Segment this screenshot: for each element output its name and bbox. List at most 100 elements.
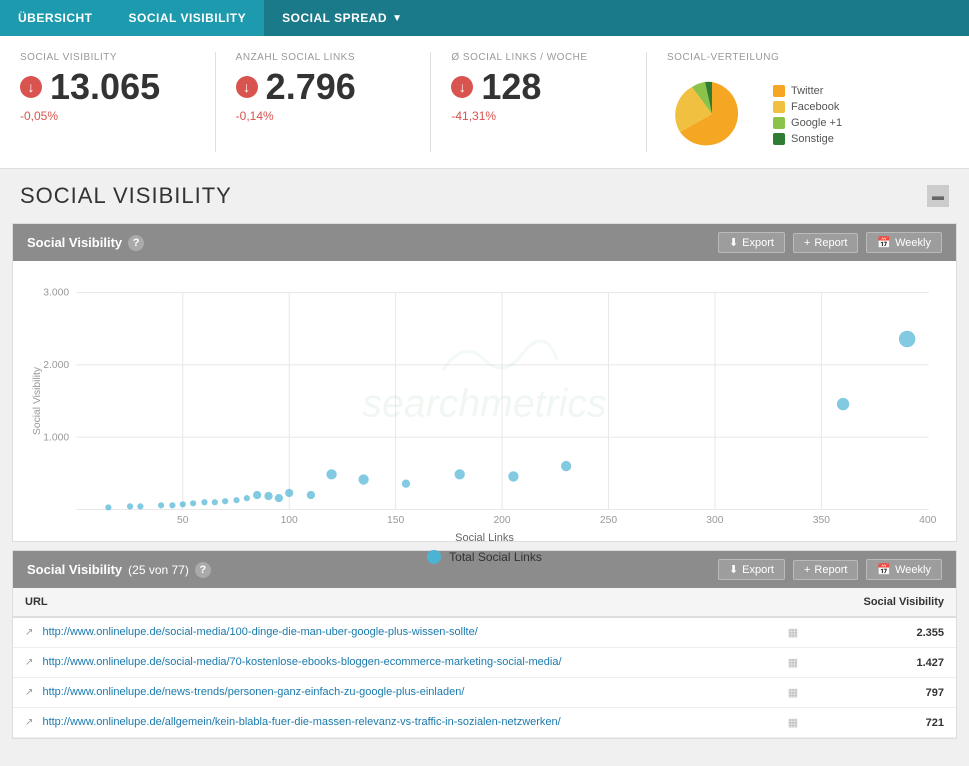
- stat-social-links: ANZAHL SOCIAL LINKS ↓ 2.796 -0,14%: [236, 52, 432, 152]
- report-label: Report: [814, 237, 847, 249]
- legend-dot-sonstige: [773, 133, 785, 145]
- dot-19: [190, 500, 196, 506]
- export-button[interactable]: ⬇ Export: [718, 232, 785, 253]
- x-tick-350: 350: [813, 515, 830, 526]
- table-row-icon: ▦: [788, 716, 798, 729]
- y-tick-3000: 3.000: [43, 288, 69, 299]
- table-count: 25 von 77: [132, 563, 185, 577]
- pie-chart: [667, 77, 757, 152]
- dot-2: [837, 398, 849, 410]
- collapse-button[interactable]: ▬: [927, 185, 949, 207]
- dot-4: [508, 471, 518, 481]
- dot-25: [105, 504, 111, 510]
- table-cell-value: 797: [810, 678, 956, 708]
- external-link-icon: ↗: [25, 717, 33, 728]
- dot-6: [402, 480, 410, 488]
- y-tick-1000: 1.000: [43, 432, 69, 443]
- stat-label-3: Ø SOCIAL LINKS / WOCHE: [451, 52, 626, 63]
- nav-ubersicht[interactable]: ÜBERSICHT: [0, 0, 111, 36]
- table-row-icon: ▦: [788, 626, 798, 639]
- stat-number-1: 13.065: [50, 69, 160, 105]
- x-tick-50: 50: [177, 515, 189, 526]
- weekly-label: Weekly: [895, 237, 931, 249]
- dot-5: [455, 469, 465, 479]
- table-cell-url: ↗ http://www.onlinelupe.de/allgemein/kei…: [13, 708, 810, 738]
- legend-facebook: Facebook: [773, 101, 842, 113]
- dot-7: [358, 474, 368, 484]
- dot-21: [169, 502, 175, 508]
- dropdown-arrow-icon: ▼: [392, 13, 402, 24]
- watermark-text: searchmetrics: [362, 382, 606, 426]
- scatter-chart-panel: Social Visibility ? ⬇ Export + Report 📅 …: [12, 223, 957, 542]
- table-report-icon: +: [804, 564, 810, 576]
- chart-panel-header: Social Visibility ? ⬇ Export + Report 📅 …: [13, 224, 956, 261]
- url-link[interactable]: http://www.onlinelupe.de/allgemein/kein-…: [42, 716, 560, 728]
- legend-google: Google +1: [773, 117, 842, 129]
- dot-8: [326, 469, 336, 479]
- table-export-icon: ⬇: [729, 563, 738, 576]
- dot-14: [244, 495, 250, 501]
- report-button[interactable]: + Report: [793, 233, 858, 253]
- chart-panel-title: Social Visibility ?: [27, 235, 144, 251]
- dot-9: [307, 491, 315, 499]
- stat-social-links-week: Ø SOCIAL LINKS / WOCHE ↓ 128 -41,31%: [451, 52, 647, 152]
- external-link-icon: ↗: [25, 627, 33, 638]
- table-cell-value: 721: [810, 708, 956, 738]
- chart-legend: Total Social Links: [29, 550, 940, 564]
- url-link[interactable]: http://www.onlinelupe.de/social-media/70…: [42, 656, 561, 668]
- table-row: ↗ http://www.onlinelupe.de/social-media/…: [13, 617, 956, 648]
- table-report-label: Report: [814, 564, 847, 576]
- stat-social-verteilung: SOCIAL-VERTEILUNG Twitter: [667, 52, 949, 152]
- table-row-icon: ▦: [788, 686, 798, 699]
- chart-area: 3.000 2.000 1.000 Social Visibility 50 1…: [13, 261, 956, 541]
- section-title: SOCIAL VISIBILITY: [20, 183, 232, 209]
- stat-change-2: -0,14%: [236, 109, 411, 123]
- dot-17: [212, 499, 218, 505]
- dot-10: [285, 489, 293, 497]
- nav-social-visibility[interactable]: SOCIAL VISIBILITY: [111, 0, 265, 36]
- stat-number-3: 128: [481, 69, 541, 105]
- table-row: ↗ http://www.onlinelupe.de/allgemein/kei…: [13, 708, 956, 738]
- stat-change-1: -0,05%: [20, 109, 195, 123]
- x-tick-400: 400: [919, 515, 936, 526]
- dot-16: [222, 498, 228, 504]
- chart-title-text: Social Visibility: [27, 235, 122, 250]
- y-axis-label: Social Visibility: [32, 366, 43, 435]
- url-link[interactable]: http://www.onlinelupe.de/news-trends/per…: [42, 686, 464, 698]
- col-url: URL: [13, 588, 810, 617]
- trend-down-icon-1: ↓: [20, 76, 42, 98]
- report-icon: +: [804, 237, 810, 249]
- y-tick-2000: 2.000: [43, 360, 69, 371]
- table-header-row: URL Social Visibility: [13, 588, 956, 617]
- dot-12: [264, 492, 272, 500]
- stats-row: SOCIAL VISIBILITY ↓ 13.065 -0,05% ANZAHL…: [0, 36, 969, 169]
- dot-24: [127, 503, 133, 509]
- x-tick-200: 200: [493, 515, 510, 526]
- table-row: ↗ http://www.onlinelupe.de/social-media/…: [13, 648, 956, 678]
- table-cell-url: ↗ http://www.onlinelupe.de/news-trends/p…: [13, 678, 810, 708]
- chart-panel-actions: ⬇ Export + Report 📅 Weekly: [718, 232, 942, 253]
- dot-15: [233, 497, 239, 503]
- x-axis-label: Social Links: [29, 532, 940, 544]
- legend-label-google: Google +1: [791, 117, 842, 129]
- nav-bar: ÜBERSICHT SOCIAL VISIBILITY SOCIAL SPREA…: [0, 0, 969, 36]
- x-tick-300: 300: [706, 515, 723, 526]
- legend-label-twitter: Twitter: [791, 85, 823, 97]
- dot-18: [201, 499, 207, 505]
- trend-down-icon-3: ↓: [451, 76, 473, 98]
- table-calendar-icon: 📅: [877, 563, 891, 576]
- url-link[interactable]: http://www.onlinelupe.de/social-media/10…: [42, 626, 477, 638]
- weekly-button[interactable]: 📅 Weekly: [866, 232, 942, 253]
- table-cell-value: 1.427: [810, 648, 956, 678]
- col-social-visibility: Social Visibility: [810, 588, 956, 617]
- chart-legend-label: Total Social Links: [449, 550, 542, 564]
- data-table: URL Social Visibility ↗ http://www.onlin…: [13, 588, 956, 738]
- chart-help-icon[interactable]: ?: [128, 235, 144, 251]
- nav-social-spread[interactable]: SOCIAL SPREAD ▼: [264, 0, 420, 36]
- legend-dot-google: [773, 117, 785, 129]
- table-subtitle: (25 von 77): [128, 563, 189, 577]
- external-link-icon: ↗: [25, 657, 33, 668]
- dot-22: [158, 502, 164, 508]
- legend-label-facebook: Facebook: [791, 101, 839, 113]
- legend-circle-icon: [427, 550, 441, 564]
